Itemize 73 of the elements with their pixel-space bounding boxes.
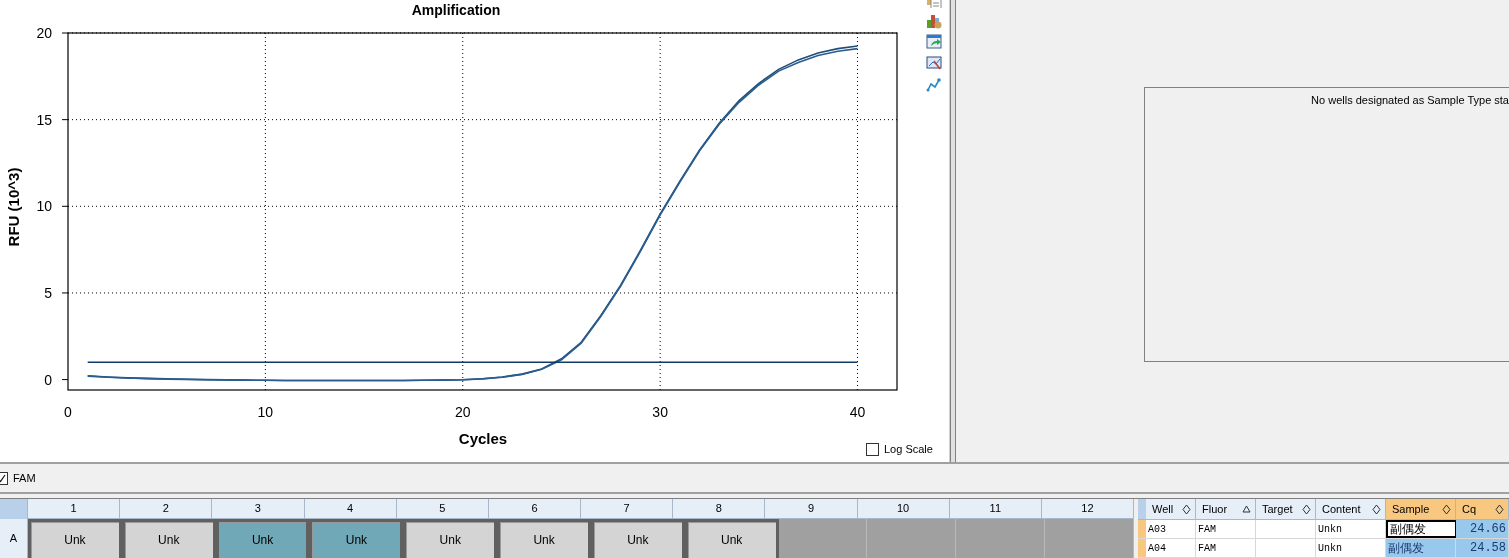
column-header[interactable]: 11 [949, 499, 1042, 519]
well-button[interactable]: Unk [590, 519, 685, 558]
table-cell: 24.58 [1456, 539, 1509, 557]
sort-icon [1182, 503, 1191, 515]
column-header[interactable]: 9 [765, 499, 858, 519]
sort-icon [1442, 503, 1451, 515]
well-button[interactable]: Unk [309, 519, 404, 558]
column-label: Fluor [1202, 501, 1228, 517]
bar-chart-gear-icon[interactable] [925, 13, 942, 29]
chart-title: Amplification [411, 2, 501, 18]
table-cell: A03 [1146, 520, 1196, 538]
column-header[interactable]: 3 [212, 499, 305, 519]
column-header[interactable]: 1 [28, 499, 121, 519]
column-label: Sample [1392, 501, 1430, 517]
row-indicator[interactable] [1138, 539, 1146, 557]
table-cell: 副偶发 [1386, 520, 1456, 538]
sort-icon [1302, 503, 1311, 515]
y-tick-label: 5 [44, 284, 52, 301]
document-icon[interactable] [925, 0, 942, 8]
well-button[interactable]: Unk [28, 519, 122, 558]
x-tick-label: 20 [454, 404, 471, 420]
y-tick-label: 0 [44, 371, 52, 388]
table-column-header[interactable]: Well [1146, 499, 1196, 519]
well-button[interactable]: Unk [403, 519, 498, 558]
column-header[interactable]: 6 [488, 499, 582, 519]
corner-header [1138, 499, 1146, 519]
well-button[interactable]: Unk [684, 519, 779, 558]
column-header[interactable]: 12 [1041, 499, 1135, 519]
log-scale-checkbox[interactable]: Log Scale [866, 441, 933, 458]
table-cell: 24.66 [1456, 520, 1509, 538]
y-tick-label: 10 [36, 198, 52, 215]
fluor-checkbox[interactable]: FAM [0, 469, 36, 487]
sort-ascending-icon [1242, 503, 1251, 515]
table-cell: FAM [1196, 520, 1256, 538]
check-icon [0, 473, 6, 483]
corner-header [0, 499, 28, 519]
table-column-header[interactable]: Sample [1386, 499, 1456, 519]
chart-edit-icon[interactable] [925, 55, 942, 71]
line-graph-icon[interactable] [925, 76, 942, 92]
column-label: Well [1152, 501, 1174, 517]
well-button[interactable]: Unk [215, 519, 310, 558]
table-column-header[interactable]: Target [1256, 499, 1316, 519]
x-tick-label: 0 [64, 404, 72, 420]
column-header[interactable]: 2 [120, 499, 213, 519]
column-label: Target [1262, 501, 1293, 517]
table-column-header[interactable]: Cq [1456, 499, 1509, 519]
y-tick-label: 20 [36, 25, 52, 41]
column-header[interactable]: 10 [857, 499, 950, 519]
table-column-header[interactable]: Fluor [1196, 499, 1256, 519]
table-cell: A04 [1146, 539, 1196, 557]
sort-icon [1372, 503, 1381, 515]
column-label: Cq [1462, 501, 1477, 517]
row-indicator[interactable] [1138, 520, 1146, 538]
row-header[interactable]: A [0, 519, 28, 558]
y-axis-label: RFU (10^3) [5, 167, 22, 247]
column-header[interactable]: 8 [673, 499, 766, 519]
y-tick-label: 15 [36, 111, 52, 128]
x-tick-label: 30 [652, 404, 668, 420]
message-text: No wells designated as Sample Type sta [1311, 93, 1509, 108]
table-cell: 副偶发 [1386, 539, 1456, 557]
export-window-icon[interactable] [925, 34, 942, 50]
well-button[interactable]: Unk [121, 519, 216, 558]
column-header[interactable]: 7 [581, 499, 674, 519]
x-tick-label: 40 [849, 404, 866, 420]
column-label: Content [1322, 501, 1361, 517]
column-header[interactable]: 5 [396, 499, 489, 519]
table-column-header[interactable]: Content [1316, 499, 1386, 519]
sort-icon [1495, 503, 1504, 515]
column-header[interactable]: 4 [304, 499, 397, 519]
x-tick-label: 10 [257, 404, 274, 420]
table-cell: FAM [1196, 539, 1256, 557]
well-button[interactable]: Unk [497, 519, 591, 558]
x-axis-label: Cycles [458, 430, 508, 447]
